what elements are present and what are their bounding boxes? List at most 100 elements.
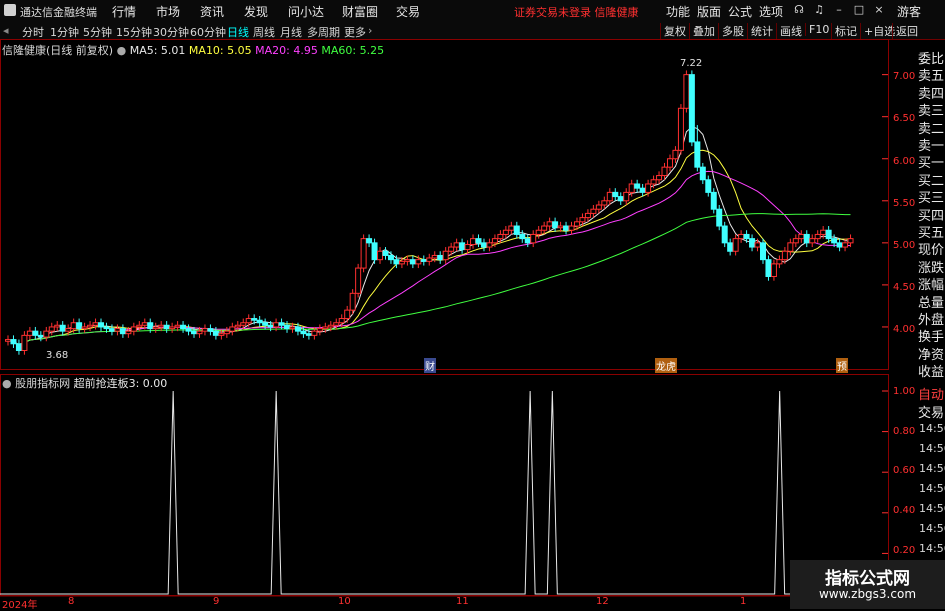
watermark-title: 指标公式网	[825, 569, 910, 589]
candle-body	[552, 221, 559, 229]
btn-stats[interactable]: 统计	[747, 23, 773, 39]
tick-time: 14:56	[919, 522, 945, 535]
tab-period-3[interactable]: 15分钟	[116, 24, 152, 40]
candle-body	[787, 242, 794, 252]
menu-market[interactable]: 市场	[156, 3, 180, 20]
candle-body	[322, 326, 329, 330]
btn-mark[interactable]: 标记	[831, 23, 857, 39]
candle-body	[584, 212, 591, 219]
candle-body	[37, 334, 44, 338]
event-marker-dragon-tiger[interactable]: 龙虎	[655, 358, 677, 373]
tick-time: 14:56	[919, 462, 945, 475]
tab-period-9[interactable]: 多周期	[307, 24, 340, 40]
candle-body	[404, 259, 411, 262]
tab-period-0[interactable]: 分时	[22, 24, 44, 40]
candle-body	[223, 330, 230, 335]
menu-formula[interactable]: 公式	[728, 3, 752, 20]
quote-label-4: 卖二	[918, 121, 945, 137]
candle-body	[48, 326, 55, 332]
candle-body	[398, 260, 405, 265]
menu-quotes[interactable]: 行情	[112, 3, 136, 20]
candle-body	[130, 326, 137, 332]
candle-body	[688, 74, 695, 143]
status-alert[interactable]: 证券交易未登录 信隆健康	[514, 4, 639, 20]
tab-period-6[interactable]: 日线	[227, 24, 249, 40]
candle-body	[491, 238, 498, 244]
candle-body	[431, 254, 438, 259]
candle-body	[92, 322, 99, 326]
candle-body	[76, 322, 83, 330]
title-bar: 通达信金融终端 行情 市场 资讯 发现 问小达 财富圈 交易 证券交易未登录 信…	[0, 0, 945, 23]
menu-ask[interactable]: 问小达	[288, 3, 324, 20]
headset-icon[interactable]: ☊	[792, 3, 806, 17]
candle-body	[174, 324, 181, 328]
candle-body	[409, 259, 416, 265]
candle-body	[710, 191, 717, 210]
candle-body	[699, 166, 706, 181]
btn-add-watch[interactable]: +自选	[860, 23, 895, 39]
tick-time: 14:56	[919, 542, 945, 555]
candle-body	[650, 179, 657, 185]
btn-f10[interactable]: F10	[805, 23, 829, 36]
minimize-icon[interactable]: –	[832, 3, 846, 17]
candle-body	[557, 225, 564, 229]
event-marker-forecast[interactable]: 预	[836, 358, 848, 373]
candle-body	[475, 238, 482, 244]
candle-body	[716, 208, 723, 227]
candle-body	[836, 242, 843, 248]
btn-overlay[interactable]: 叠加	[689, 23, 715, 39]
btn-adjust[interactable]: 复权	[660, 23, 686, 39]
settings-icon[interactable]: ●	[117, 44, 127, 57]
tab-period-1[interactable]: 1分钟	[50, 24, 79, 40]
candle-body	[683, 74, 690, 109]
maximize-icon[interactable]: □	[852, 3, 866, 17]
candle-body	[749, 238, 756, 248]
tab-period-4[interactable]: 30分钟	[153, 24, 189, 40]
menu-layout[interactable]: 版面	[697, 3, 721, 20]
btn-back[interactable]: 返回	[892, 23, 918, 39]
candle-body	[316, 328, 323, 332]
candle-body	[820, 229, 827, 235]
tab-period-8[interactable]: 月线	[280, 24, 302, 40]
auto-label[interactable]: 自动	[918, 384, 944, 403]
candle-body	[606, 191, 613, 202]
toolbar-arrow-icon[interactable]: ◂	[3, 24, 9, 37]
indicator-settings-icon[interactable]: ●	[2, 377, 12, 390]
bell-icon[interactable]: ♫	[812, 3, 826, 17]
menu-function[interactable]: 功能	[666, 3, 690, 20]
btn-multi[interactable]: 多股	[718, 23, 744, 39]
candle-body	[305, 333, 312, 336]
candle-body	[541, 225, 548, 231]
y-tick: 5.00	[893, 240, 916, 251]
btn-draw[interactable]: 画线	[776, 23, 802, 39]
tab-period-5[interactable]: 60分钟	[190, 24, 226, 40]
guest-login[interactable]: 游客	[897, 3, 921, 20]
menu-trade[interactable]: 交易	[396, 3, 420, 20]
candle-body	[81, 326, 88, 330]
candle-body	[152, 326, 159, 330]
candle-body	[459, 242, 466, 251]
chart-area[interactable]	[0, 39, 916, 609]
menu-news[interactable]: 资讯	[200, 3, 224, 20]
candle-body	[442, 250, 449, 261]
candle-body	[595, 204, 602, 210]
chevron-right-icon[interactable]: ›	[368, 24, 372, 37]
tab-period-10[interactable]: 更多	[344, 24, 366, 40]
candle-body	[792, 238, 799, 244]
menu-options[interactable]: 选项	[759, 3, 783, 20]
menu-discover[interactable]: 发现	[244, 3, 268, 20]
close-icon[interactable]: ×	[872, 3, 886, 17]
quote-label-11: 现价	[918, 243, 945, 259]
tab-period-2[interactable]: 5分钟	[83, 24, 112, 40]
tab-period-7[interactable]: 周线	[253, 24, 275, 40]
trade-label[interactable]: 交易	[918, 402, 944, 421]
quote-label-16: 换手	[918, 330, 945, 346]
menu-wealth[interactable]: 财富圈	[342, 3, 378, 20]
candle-body	[563, 225, 570, 231]
candle-body	[798, 233, 805, 240]
event-marker-finance[interactable]: 财	[424, 358, 436, 373]
candle-body	[738, 233, 745, 240]
indicator-value: 超前抢连板3: 0.00	[73, 377, 168, 390]
quote-label-13: 涨幅	[918, 278, 945, 294]
candle-body	[732, 238, 739, 252]
